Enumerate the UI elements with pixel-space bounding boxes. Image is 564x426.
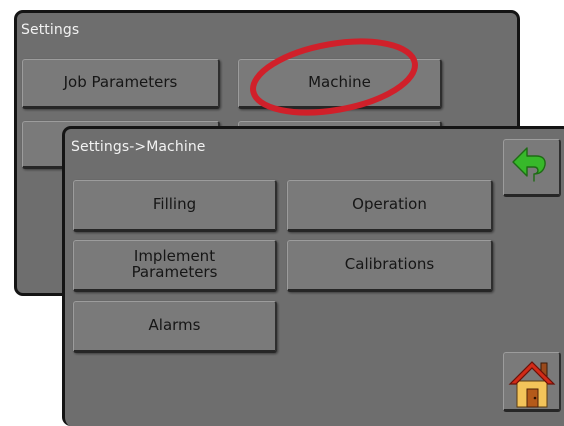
home-button[interactable] <box>503 352 561 412</box>
red-ellipse-annotation <box>250 38 418 116</box>
job-parameters-button[interactable]: Job Parameters <box>22 59 220 109</box>
operation-label: Operation <box>352 195 427 214</box>
alarms-button[interactable]: Alarms <box>73 301 277 353</box>
back-button[interactable] <box>503 139 561 197</box>
job-parameters-label: Job Parameters <box>63 73 178 92</box>
alarms-label: Alarms <box>148 316 201 335</box>
filling-label: Filling <box>152 195 197 214</box>
back-arrow-icon <box>512 147 546 182</box>
filling-button[interactable]: Filling <box>73 180 277 232</box>
calibrations-button[interactable]: Calibrations <box>287 240 493 292</box>
machine-settings-title: Settings->Machine <box>71 139 206 155</box>
machine-settings-panel: Settings->Machine Filling Operation Impl… <box>62 126 564 426</box>
operation-button[interactable]: Operation <box>287 180 493 232</box>
implement-parameters-button[interactable]: Implement Parameters <box>73 240 277 292</box>
settings-title: Settings <box>21 22 80 38</box>
implement-parameters-label: Implement Parameters <box>131 247 218 281</box>
home-icon <box>508 361 556 408</box>
calibrations-label: Calibrations <box>344 255 435 274</box>
